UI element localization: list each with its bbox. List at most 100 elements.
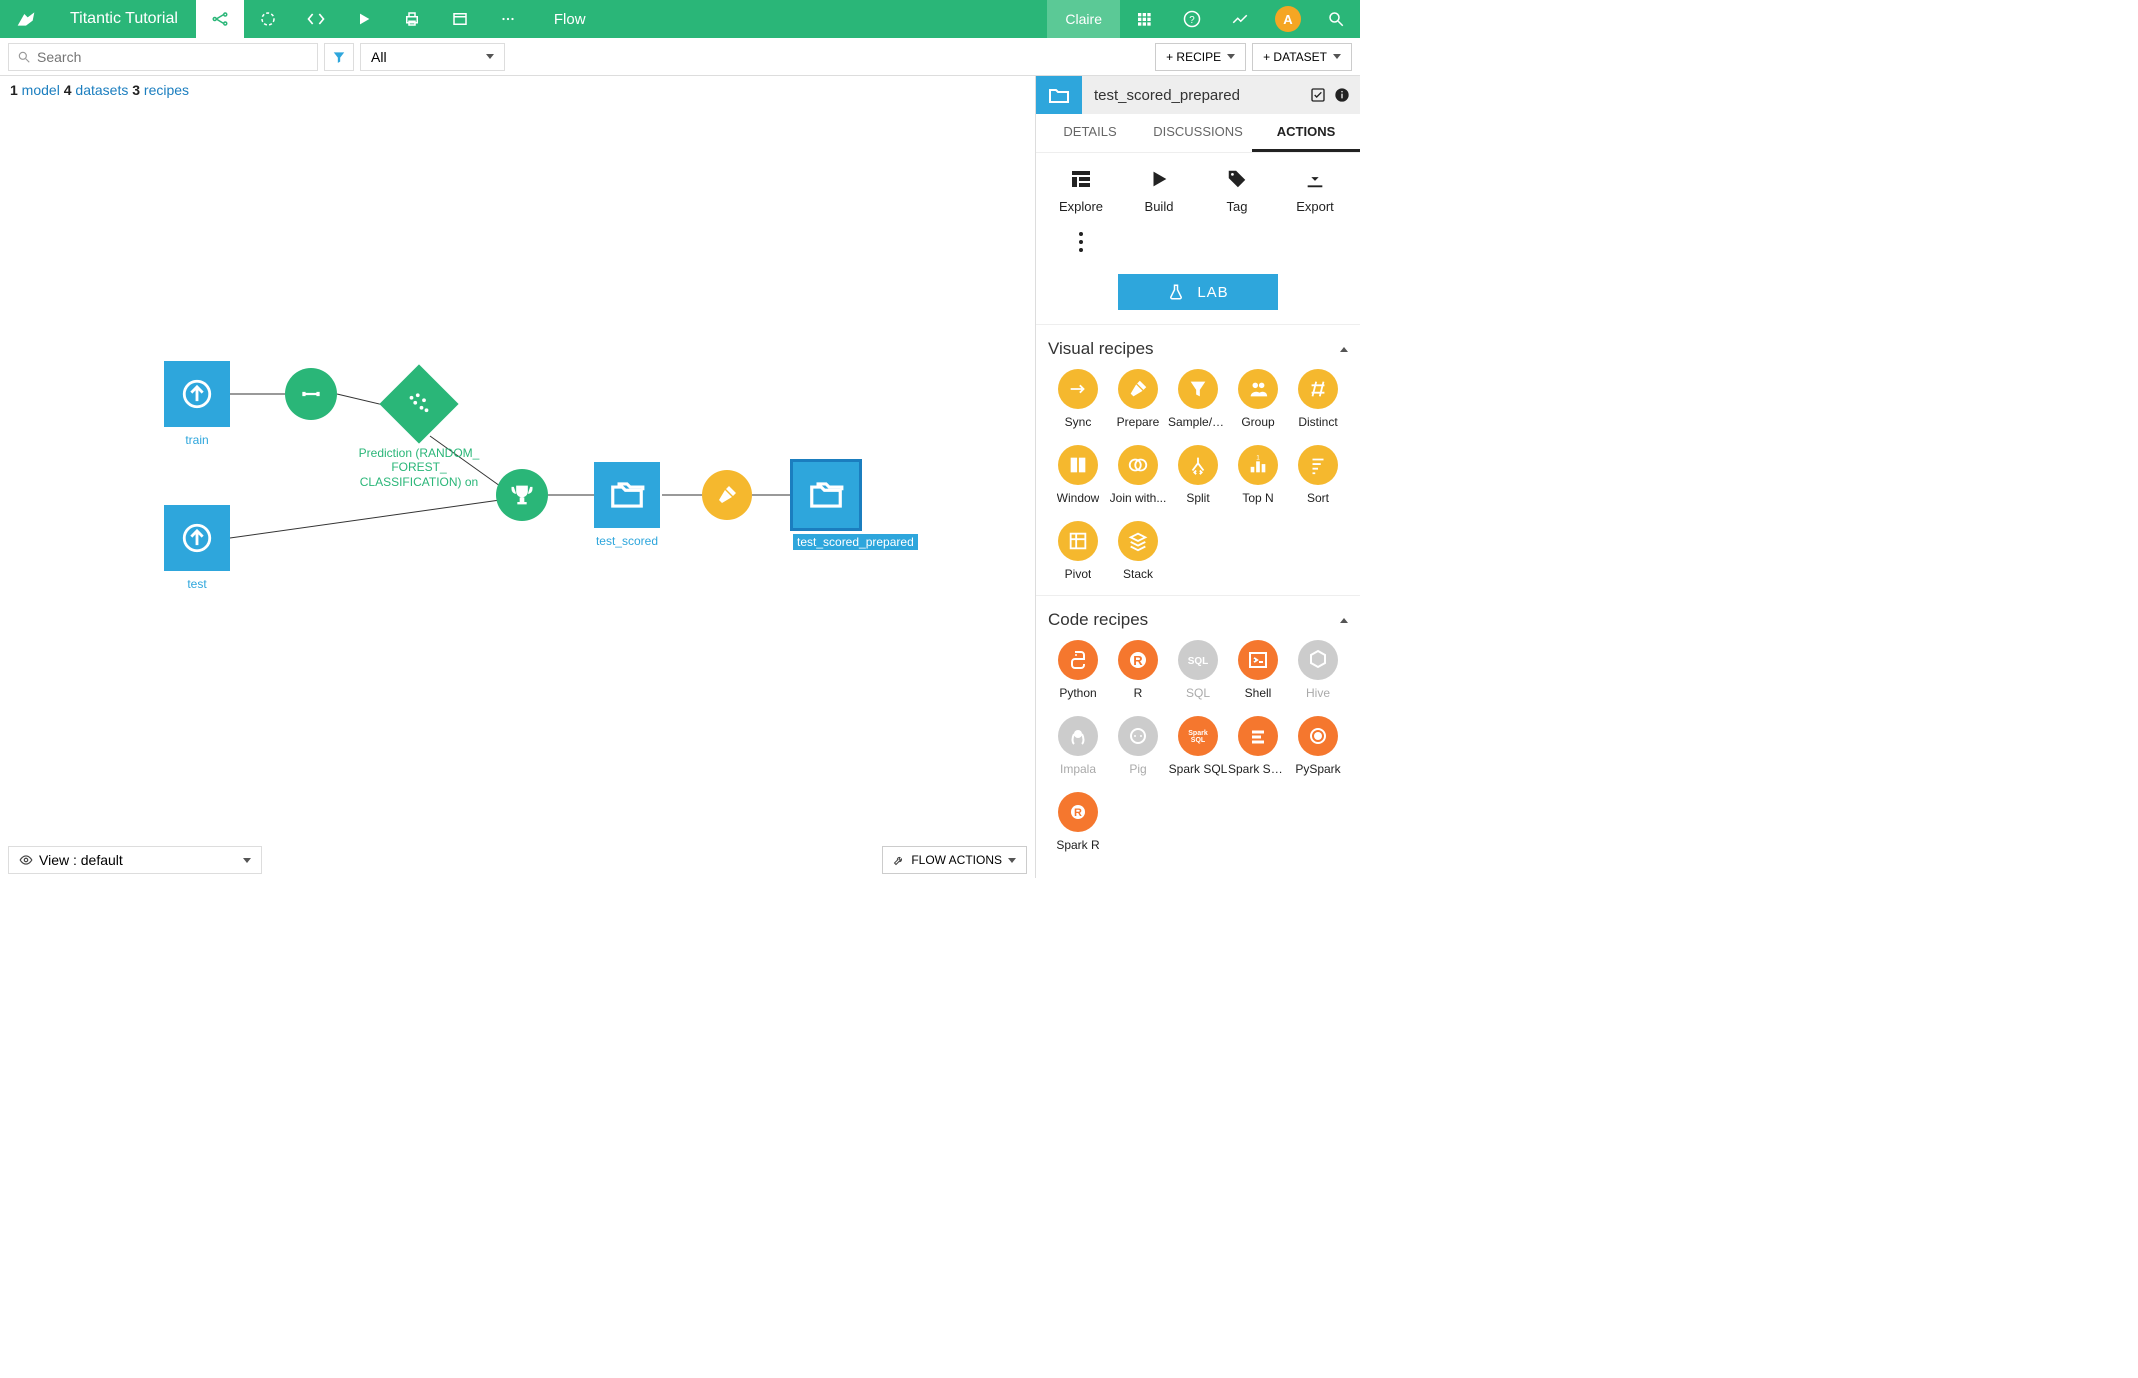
- nav-tab-view[interactable]: [436, 0, 484, 38]
- more-icon: [499, 10, 517, 28]
- action-more[interactable]: [1042, 228, 1120, 256]
- recipe-icon: [1118, 445, 1158, 485]
- action-build[interactable]: Build: [1120, 165, 1198, 214]
- node-prepare-recipe[interactable]: [702, 470, 752, 520]
- recipe-icon: [1238, 716, 1278, 756]
- node-test-scored[interactable]: test_scored: [594, 462, 660, 548]
- node-model[interactable]: Prediction (RANDOM_ FOREST_ CLASSIFICATI…: [354, 376, 484, 489]
- avatar-button[interactable]: A: [1264, 0, 1312, 38]
- check-icon[interactable]: [1310, 87, 1326, 103]
- recipe-python[interactable]: Python: [1048, 640, 1108, 700]
- svg-text:SQL: SQL: [1188, 656, 1209, 667]
- recipe-group[interactable]: Group: [1228, 369, 1288, 429]
- recipe-icon: [1298, 445, 1338, 485]
- recipe-icon: 1: [1238, 445, 1278, 485]
- app-logo[interactable]: [0, 0, 52, 38]
- recipe-shell[interactable]: Shell: [1228, 640, 1288, 700]
- recipe-sort[interactable]: Sort: [1288, 445, 1348, 505]
- download-icon: [1304, 168, 1326, 190]
- node-test[interactable]: test: [164, 505, 230, 591]
- recipe-spark-r[interactable]: RSpark R: [1048, 792, 1108, 852]
- apps-button[interactable]: [1120, 0, 1168, 38]
- recipe-join-with-[interactable]: Join with...: [1108, 445, 1168, 505]
- flow-icon: [211, 10, 229, 28]
- chevron-up-icon[interactable]: [1340, 618, 1348, 623]
- recipe-top-n[interactable]: 1Top N: [1228, 445, 1288, 505]
- action-export[interactable]: Export: [1276, 165, 1354, 214]
- info-icon[interactable]: [1334, 87, 1350, 103]
- project-title[interactable]: Titantic Tutorial: [52, 10, 196, 28]
- chevron-up-icon[interactable]: [1340, 347, 1348, 352]
- recipe-icon: [1118, 521, 1158, 561]
- recipe-spark-scala[interactable]: Spark Scala: [1228, 716, 1288, 776]
- chevron-down-icon: [1227, 54, 1235, 59]
- grid-icon: [1136, 11, 1152, 27]
- recipe-hive: Hive: [1288, 640, 1348, 700]
- visual-recipes-section: Visual recipes SyncPrepareSample/FilterG…: [1036, 324, 1360, 595]
- code-recipes-title: Code recipes: [1048, 610, 1148, 630]
- recipe-split[interactable]: Split: [1168, 445, 1228, 505]
- nav-tab-run[interactable]: [340, 0, 388, 38]
- recipe-pivot[interactable]: Pivot: [1048, 521, 1108, 581]
- help-button[interactable]: ?: [1168, 0, 1216, 38]
- recipe-sample-filter[interactable]: Sample/Filter: [1168, 369, 1228, 429]
- filter-toggle[interactable]: [324, 43, 354, 71]
- nav-tab-flow[interactable]: [196, 0, 244, 38]
- tab-details[interactable]: DETAILS: [1036, 114, 1144, 152]
- tab-actions[interactable]: ACTIONS: [1252, 114, 1360, 152]
- lab-button[interactable]: LAB: [1118, 274, 1278, 310]
- recipe-pyspark[interactable]: PySpark: [1288, 716, 1348, 776]
- recipe-window[interactable]: Window: [1048, 445, 1108, 505]
- svg-text:1: 1: [1256, 455, 1260, 462]
- svg-text:R: R: [1074, 807, 1082, 819]
- recipe-icon: [1178, 369, 1218, 409]
- chevron-down-icon: [243, 858, 251, 863]
- nav-tab-dashboard[interactable]: [244, 0, 292, 38]
- node-ml-recipe[interactable]: [285, 368, 337, 420]
- node-test-scored-prepared[interactable]: test_scored_prepared: [793, 462, 918, 551]
- nav-tab-more[interactable]: [484, 0, 532, 38]
- recipe-icon: [1298, 369, 1338, 409]
- action-explore[interactable]: Explore: [1042, 165, 1120, 214]
- recipe-stack[interactable]: Stack: [1108, 521, 1168, 581]
- canvas-bottombar: View : default FLOW ACTIONS: [0, 842, 1035, 878]
- recipe-icon: [1178, 445, 1218, 485]
- code-recipes-section: Code recipes PythonRRSQLSQLShellHiveImpa…: [1036, 595, 1360, 866]
- add-dataset-button[interactable]: + DATASET: [1252, 43, 1352, 71]
- folder-node-icon: [793, 462, 859, 528]
- funnel-icon: [332, 50, 346, 64]
- print-icon: [403, 10, 421, 28]
- search-input[interactable]: [37, 49, 309, 65]
- search-button[interactable]: [1312, 0, 1360, 38]
- action-tag[interactable]: Tag: [1198, 165, 1276, 214]
- recipe-spark-sql[interactable]: SparkSQLSpark SQL: [1168, 716, 1228, 776]
- recipe-prepare[interactable]: Prepare: [1108, 369, 1168, 429]
- recipe-r[interactable]: RR: [1108, 640, 1168, 700]
- recipe-icon: [1118, 716, 1158, 756]
- section-label: Flow: [532, 11, 608, 28]
- flow-actions-button[interactable]: FLOW ACTIONS: [882, 846, 1027, 874]
- tab-discussions[interactable]: DISCUSSIONS: [1144, 114, 1252, 152]
- activity-icon: [1231, 10, 1249, 28]
- recipe-icon: R: [1118, 640, 1158, 680]
- table-icon: [1069, 167, 1093, 191]
- right-panel-tabs: DETAILS DISCUSSIONS ACTIONS: [1036, 114, 1360, 153]
- add-recipe-button[interactable]: + RECIPE: [1155, 43, 1246, 71]
- filter-dropdown[interactable]: All: [360, 43, 505, 71]
- scatter-icon: [404, 389, 434, 419]
- topbar: Titantic Tutorial Flow Claire ? A: [0, 0, 1360, 38]
- chevron-down-icon: [1333, 54, 1341, 59]
- user-name[interactable]: Claire: [1047, 0, 1120, 38]
- nav-tab-code[interactable]: [292, 0, 340, 38]
- eye-icon: [19, 853, 33, 867]
- node-score-recipe[interactable]: [496, 469, 548, 521]
- flow-canvas[interactable]: 1 model 4 datasets 3 recipes train test: [0, 76, 1035, 878]
- node-train[interactable]: train: [164, 361, 230, 447]
- recipe-sql: SQLSQL: [1168, 640, 1228, 700]
- recipe-distinct[interactable]: Distinct: [1288, 369, 1348, 429]
- view-dropdown[interactable]: View : default: [8, 846, 262, 874]
- nav-tab-print[interactable]: [388, 0, 436, 38]
- activity-button[interactable]: [1216, 0, 1264, 38]
- flow-search[interactable]: [8, 43, 318, 71]
- recipe-sync[interactable]: Sync: [1048, 369, 1108, 429]
